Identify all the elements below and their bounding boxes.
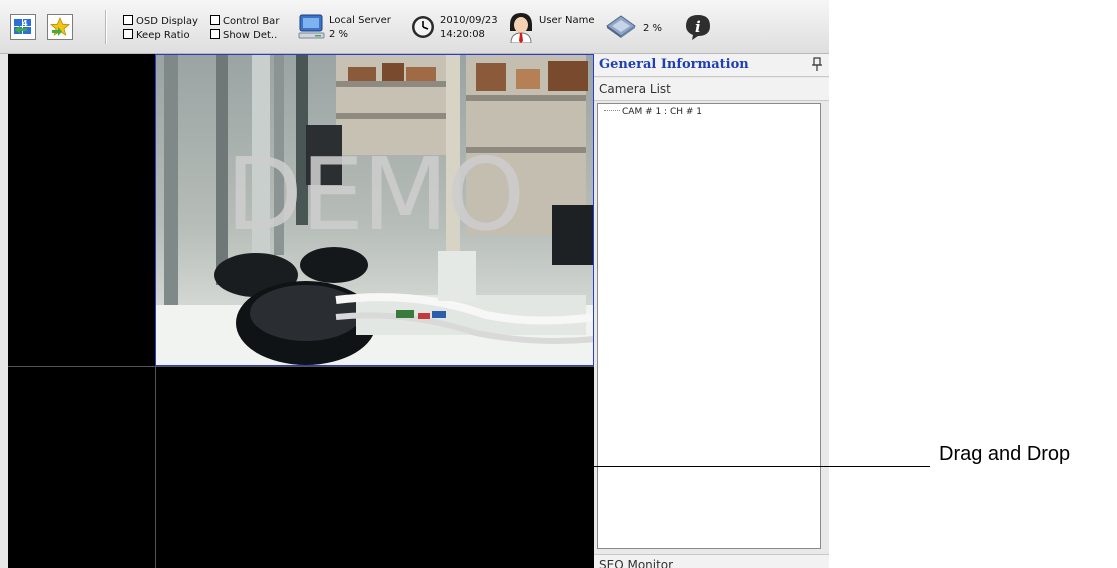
- control-bar-label: Control Bar: [223, 16, 280, 27]
- general-information-header[interactable]: General Information: [594, 54, 829, 77]
- demo-watermark: DEMO: [225, 136, 525, 253]
- user-avatar-icon: [510, 13, 532, 43]
- user-name: User Name: [539, 15, 595, 26]
- favorite-star-icon: [49, 16, 71, 36]
- seq-monitor-title: SEQ Monitor: [599, 558, 674, 568]
- tree-connector: [604, 110, 620, 111]
- grid-divider-horizontal: [8, 366, 594, 367]
- camera-view-selected[interactable]: DEMO: [155, 54, 594, 366]
- camera-tree-item[interactable]: CAM # 1 : CH # 1: [604, 107, 702, 117]
- seq-monitor-header[interactable]: SEQ Monitor: [594, 554, 829, 568]
- layout-grid-icon: 4: [14, 19, 31, 34]
- info-icon[interactable]: i: [684, 13, 712, 41]
- keep-ratio-label: Keep Ratio: [136, 30, 190, 41]
- general-information-title: General Information: [599, 57, 749, 72]
- layout-grid-button[interactable]: 4: [10, 14, 36, 40]
- show-detail-box[interactable]: [210, 29, 220, 39]
- toolbar: 4 OSD Display Keep Ratio Control Bar Sho…: [0, 0, 829, 54]
- cpu-usage: 2 %: [643, 23, 663, 34]
- show-detail-checkbox[interactable]: Show Det..: [210, 29, 277, 42]
- osd-display-box[interactable]: [123, 15, 133, 25]
- svg-text:i: i: [695, 18, 701, 36]
- clock-icon: [412, 16, 434, 38]
- monitor-icon: [298, 14, 325, 39]
- osd-display-checkbox[interactable]: OSD Display: [123, 15, 198, 28]
- server-usage: 2 %: [329, 29, 349, 40]
- camera-list-header[interactable]: Camera List: [594, 78, 829, 101]
- camera-list-tree[interactable]: CAM # 1 : CH # 1: [597, 103, 821, 549]
- favorite-button[interactable]: [47, 14, 73, 40]
- side-panel: General Information Camera List CAM # 1 …: [594, 54, 829, 568]
- camera-tree-item-label: CAM # 1 : CH # 1: [622, 107, 702, 117]
- osd-display-label: OSD Display: [136, 16, 198, 27]
- callout-line: [594, 466, 930, 467]
- svg-text:4: 4: [22, 19, 28, 28]
- control-bar-box[interactable]: [210, 15, 220, 25]
- keep-ratio-box[interactable]: [123, 29, 133, 39]
- control-bar-checkbox[interactable]: Control Bar: [210, 15, 279, 28]
- show-detail-label: Show Det..: [223, 30, 278, 41]
- pin-icon[interactable]: [811, 57, 823, 71]
- clock-date: 2010/09/23: [440, 15, 498, 26]
- cpu-chip-icon: [606, 15, 636, 38]
- surveillance-client-window: 4 OSD Display Keep Ratio Control Bar Sho…: [0, 0, 829, 568]
- drag-and-drop-annotation: Drag and Drop: [939, 443, 1071, 465]
- toolbar-separator: [105, 10, 107, 44]
- server-name: Local Server: [329, 15, 391, 26]
- clock-time: 14:20:08: [440, 29, 485, 40]
- camera-list-title: Camera List: [599, 82, 671, 96]
- keep-ratio-checkbox[interactable]: Keep Ratio: [123, 29, 190, 42]
- video-grid[interactable]: DEMO: [8, 54, 594, 568]
